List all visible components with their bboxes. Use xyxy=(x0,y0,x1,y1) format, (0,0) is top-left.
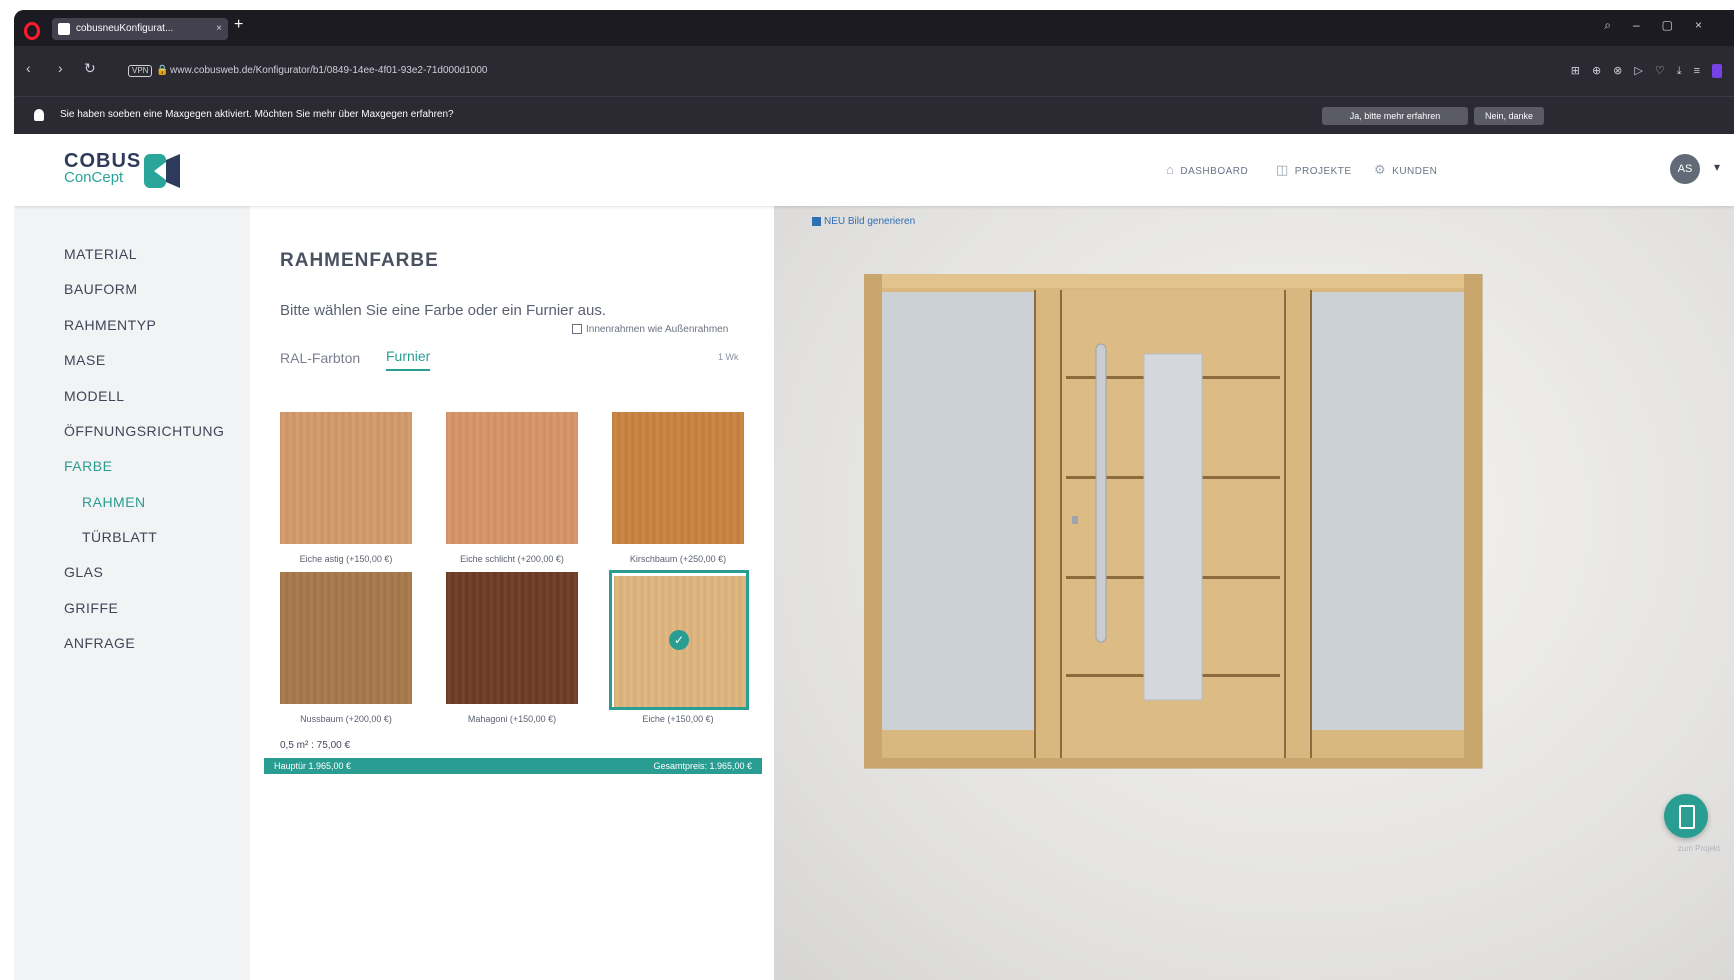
swatch-eiche-astig[interactable] xyxy=(280,412,412,544)
sidebar-item-glas[interactable]: GLAS xyxy=(64,564,103,580)
panel-title: RAHMENFARBE xyxy=(280,250,439,271)
dashboard-icon: ⌂ xyxy=(1166,162,1175,177)
lock-icon: 🔒 xyxy=(156,65,169,76)
notification-accept-button[interactable]: Ja, bitte mehr erfahren xyxy=(1322,107,1468,125)
forward-icon[interactable]: › xyxy=(58,60,63,76)
area-price-line: 0,5 m² : 75,00 € xyxy=(280,740,351,751)
nav-kunden[interactable]: ⚙ KUNDEN xyxy=(1374,162,1437,178)
sidebar-item-oeffnungsrichtung[interactable]: ÖFFNUNGSRICHTUNG xyxy=(64,423,224,439)
swatch-kirschbaum[interactable] xyxy=(612,412,744,544)
lightbulb-icon xyxy=(34,109,44,121)
sidebar-item-rahmentyp[interactable]: RAHMENTYP xyxy=(64,317,156,333)
notification-text: Sie haben soeben eine Maxgegen aktiviert… xyxy=(60,109,454,120)
address-bar[interactable]: VPN 🔒 www.cobusweb.de/Konfigurator/b1/08… xyxy=(122,58,1272,84)
browser-tab[interactable]: cobusneuKonfigurat... × xyxy=(52,18,228,40)
tab-furnier[interactable]: Furnier xyxy=(386,348,431,371)
reload-icon[interactable]: ↻ xyxy=(84,60,96,77)
app-header: COBUS ConCept ⌂ DASHBOARD ◫ PROJEKTE ⚙ KUND… xyxy=(14,134,1734,206)
step-sidebar: MATERIAL BAUFORM RAHMENTYP MASE MODELL Ö… xyxy=(14,206,250,980)
nav-dashboard[interactable]: ⌂ DASHBOARD xyxy=(1166,162,1248,177)
inner-frame-checkbox[interactable]: Innenrahmen wie Außenrahmen xyxy=(572,324,728,335)
tab-right-value: 1 Wk xyxy=(718,352,739,362)
generate-image-link[interactable]: NEU Bild generieren xyxy=(812,216,915,227)
app-root: COBUS ConCept ⌂ DASHBOARD ◫ PROJEKTE ⚙ KUND… xyxy=(14,134,1734,980)
swatch-label: Mahagoni (+150,00 €) xyxy=(467,714,557,724)
vpn-badge[interactable]: VPN xyxy=(128,65,153,77)
sidebar-item-tuerblatt[interactable]: TÜRBLATT xyxy=(82,529,157,545)
nav-dashboard-label: DASHBOARD xyxy=(1180,166,1249,177)
back-icon[interactable]: ‹ xyxy=(26,60,31,76)
door-icon xyxy=(1679,805,1695,829)
door-price: Hauptür 1.965,00 € xyxy=(274,761,352,771)
user-avatar[interactable]: AS xyxy=(1670,154,1700,184)
generate-image-label: NEU Bild generieren xyxy=(824,216,916,227)
swatch-label: Nussbaum (+200,00 €) xyxy=(300,714,392,724)
sidebar-item-material[interactable]: MATERIAL xyxy=(64,246,137,262)
window-controls[interactable]: ⌕–▢× xyxy=(1604,18,1724,33)
swatch-label: Eiche astig (+150,00 €) xyxy=(299,554,393,564)
opera-logo-icon[interactable] xyxy=(24,22,40,40)
tab-title: cobusneuKonfigurat... xyxy=(76,23,174,34)
favicon-icon xyxy=(58,23,70,35)
nav-projekte-label: PROJEKTE xyxy=(1294,166,1352,177)
image-icon xyxy=(812,216,821,226)
sidebar-item-bauform[interactable]: BAUFORM xyxy=(64,281,138,297)
tab-ral-farbton[interactable]: RAL-Farbton xyxy=(280,350,360,366)
sidebar-item-mase[interactable]: MASE xyxy=(64,352,106,368)
browser-toolbar: ‹ › ↻ VPN 🔒 www.cobusweb.de/Konfigurator… xyxy=(14,46,1734,96)
sidebar-item-farbe[interactable]: FARBE xyxy=(64,458,112,474)
door-rendering xyxy=(864,274,1483,769)
logo-mark-icon xyxy=(144,154,180,188)
extension-icon[interactable] xyxy=(1712,64,1722,79)
notification-bar: Sie haben soeben eine Maxgegen aktiviert… xyxy=(14,96,1734,135)
cobus-logo[interactable]: COBUS ConCept xyxy=(64,150,180,188)
tab-close-icon[interactable]: × xyxy=(216,18,222,40)
project-fab-button[interactable] xyxy=(1664,794,1708,838)
nav-kunden-label: KUNDEN xyxy=(1392,166,1438,177)
chevron-down-icon[interactable]: ▾ xyxy=(1714,160,1720,174)
customers-icon: ⚙ xyxy=(1374,162,1387,177)
swatch-label: Kirschbaum (+250,00 €) xyxy=(629,554,727,564)
config-panel: RAHMENFARBE Bitte wählen Sie eine Farbe … xyxy=(250,206,774,980)
projects-icon: ◫ xyxy=(1276,162,1289,177)
browser-tabbar: cobusneuKonfigurat... × + ⌕–▢× xyxy=(14,10,1734,46)
new-tab-button[interactable]: + xyxy=(234,16,243,34)
instruction-text: Bitte wählen Sie eine Farbe oder ein Fur… xyxy=(280,302,607,319)
sidebar-item-modell[interactable]: MODELL xyxy=(64,388,125,404)
nav-projekte[interactable]: ◫ PROJEKTE xyxy=(1276,162,1352,178)
total-price: Gesamtpreis: 1.965,00 € xyxy=(653,761,752,771)
sidebar-item-rahmen[interactable]: RAHMEN xyxy=(82,494,146,510)
swatch-nussbaum[interactable] xyxy=(280,572,412,704)
logo-text-main: COBUS xyxy=(64,150,142,172)
checkbox-label: Innenrahmen wie Außenrahmen xyxy=(586,324,729,335)
swatch-mahagoni[interactable] xyxy=(446,572,578,704)
toolbar-icons[interactable]: ⊞⊕⊗▷♡⤓≡ xyxy=(1571,64,1722,79)
price-bar: Hauptür 1.965,00 € Gesamtpreis: 1.965,00… xyxy=(264,758,762,774)
sidebar-item-anfrage[interactable]: ANFRAGE xyxy=(64,635,135,651)
browser-window: cobusneuKonfigurat... × + ⌕–▢× ‹ › ↻ VPN… xyxy=(14,10,1734,980)
logo-text-sub: ConCept xyxy=(64,169,124,186)
door-preview: NEU Bild generieren zum Projekt xyxy=(774,206,1734,980)
checkbox-icon[interactable] xyxy=(572,324,582,335)
check-icon: ✓ xyxy=(669,630,689,650)
fab-label: zum Projekt xyxy=(1677,844,1720,853)
swatch-eiche-schlicht[interactable] xyxy=(446,412,578,544)
url-text: www.cobusweb.de/Konfigurator/b1/0849-14e… xyxy=(170,65,488,76)
swatch-label: Eiche schlicht (+200,00 €) xyxy=(460,554,564,564)
sidebar-item-griffe[interactable]: GRIFFE xyxy=(64,600,118,616)
notification-decline-button[interactable]: Nein, danke xyxy=(1474,107,1544,125)
swatch-label: Eiche (+150,00 €) xyxy=(642,714,714,724)
